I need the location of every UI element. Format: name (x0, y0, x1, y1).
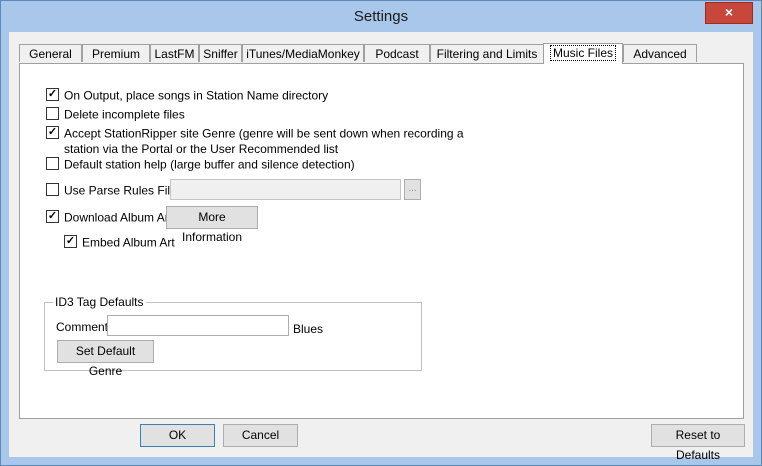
id3-tag-defaults-group: ID3 Tag Defaults Comment: Blues Set Defa… (44, 295, 422, 378)
window-title: Settings (353, 8, 409, 25)
tab-premium[interactable]: Premium (82, 44, 150, 62)
tab-sniffer[interactable]: Sniffer (199, 44, 242, 62)
tab-lastfm[interactable]: LastFM (150, 44, 199, 62)
dialog-body: General Premium LastFM Sniffer iTunes/Me… (9, 32, 753, 462)
parse-rules-label: Use Parse Rules File: (64, 183, 181, 198)
tab-advanced[interactable]: Advanced (623, 44, 697, 62)
parse-rules-option[interactable]: Use Parse Rules File: (46, 183, 180, 199)
tab-label: General (29, 47, 72, 61)
parse-rules-field[interactable] (170, 179, 401, 200)
tab-label: Music Files (549, 45, 616, 61)
comment-field[interactable] (107, 315, 289, 336)
tab-label: Premium (91, 47, 140, 61)
genre-value: Blues (293, 322, 324, 336)
title-bar[interactable]: Settings × (1, 1, 761, 31)
tab-podcast[interactable]: Podcast (364, 44, 430, 62)
embed-art-checkbox[interactable]: ✓ (64, 235, 77, 249)
id3-group-title: ID3 Tag Defaults (53, 295, 146, 309)
tab-label: Podcast (375, 47, 419, 61)
tab-general[interactable]: General (19, 44, 82, 62)
delete-incomplete-checkbox[interactable] (46, 107, 59, 121)
tab-label: Filtering and Limits (436, 47, 538, 61)
tab-label: Advanced (633, 47, 687, 61)
tab-label: Sniffer (203, 47, 238, 61)
embed-art-option[interactable]: ✓ Embed Album Art (64, 235, 175, 251)
tab-label: LastFM (154, 47, 195, 61)
default-help-checkbox[interactable] (46, 157, 59, 171)
tab-music-files[interactable]: Music Files (543, 43, 623, 64)
browse-button[interactable]: ... (404, 179, 421, 200)
accept-genre-label-line2: station via the Portal or the User Recom… (64, 141, 339, 156)
close-icon: × (724, 4, 734, 20)
accept-genre-label: Accept StationRipper site Genre (genre w… (64, 126, 464, 141)
tab-filtering-and-limits[interactable]: Filtering and Limits (430, 44, 544, 62)
on-output-checkbox[interactable]: ✓ (46, 88, 59, 102)
set-default-genre-button[interactable]: Set Default Genre (57, 340, 154, 378)
tab-label: iTunes/MediaMonkey (246, 47, 360, 61)
default-help-option[interactable]: Default station help (large buffer and s… (46, 157, 355, 173)
parse-rules-checkbox[interactable] (46, 183, 59, 197)
on-output-option[interactable]: ✓ On Output, place songs in Station Name … (46, 88, 328, 104)
delete-incomplete-option[interactable]: Delete incomplete files (46, 107, 185, 123)
on-output-label: On Output, place songs in Station Name d… (64, 88, 329, 103)
accept-genre-checkbox[interactable]: ✓ (46, 126, 59, 140)
music-files-panel: ✓ On Output, place songs in Station Name … (19, 63, 744, 419)
download-art-label: Download Album Art (64, 210, 173, 225)
close-button[interactable]: × (705, 2, 753, 24)
comment-label: Comment: (56, 320, 112, 334)
download-art-option[interactable]: ✓ Download Album Art (46, 210, 172, 226)
download-art-checkbox[interactable]: ✓ (46, 210, 59, 224)
more-information-button[interactable]: More Information (166, 206, 258, 244)
default-help-label: Default station help (large buffer and s… (64, 157, 355, 172)
reset-to-defaults-button[interactable]: Reset to Defaults (651, 424, 745, 462)
embed-art-label: Embed Album Art (82, 235, 175, 250)
cancel-button[interactable]: Cancel (223, 424, 298, 447)
delete-incomplete-label: Delete incomplete files (64, 107, 185, 122)
ok-button[interactable]: OK (140, 424, 215, 447)
settings-window: Settings × General Premium LastFM Sniffe… (0, 0, 762, 466)
accept-genre-option[interactable]: ✓ Accept StationRipper site Genre (genre … (46, 126, 464, 156)
tab-itunes-mediamonkey[interactable]: iTunes/MediaMonkey (242, 44, 364, 62)
